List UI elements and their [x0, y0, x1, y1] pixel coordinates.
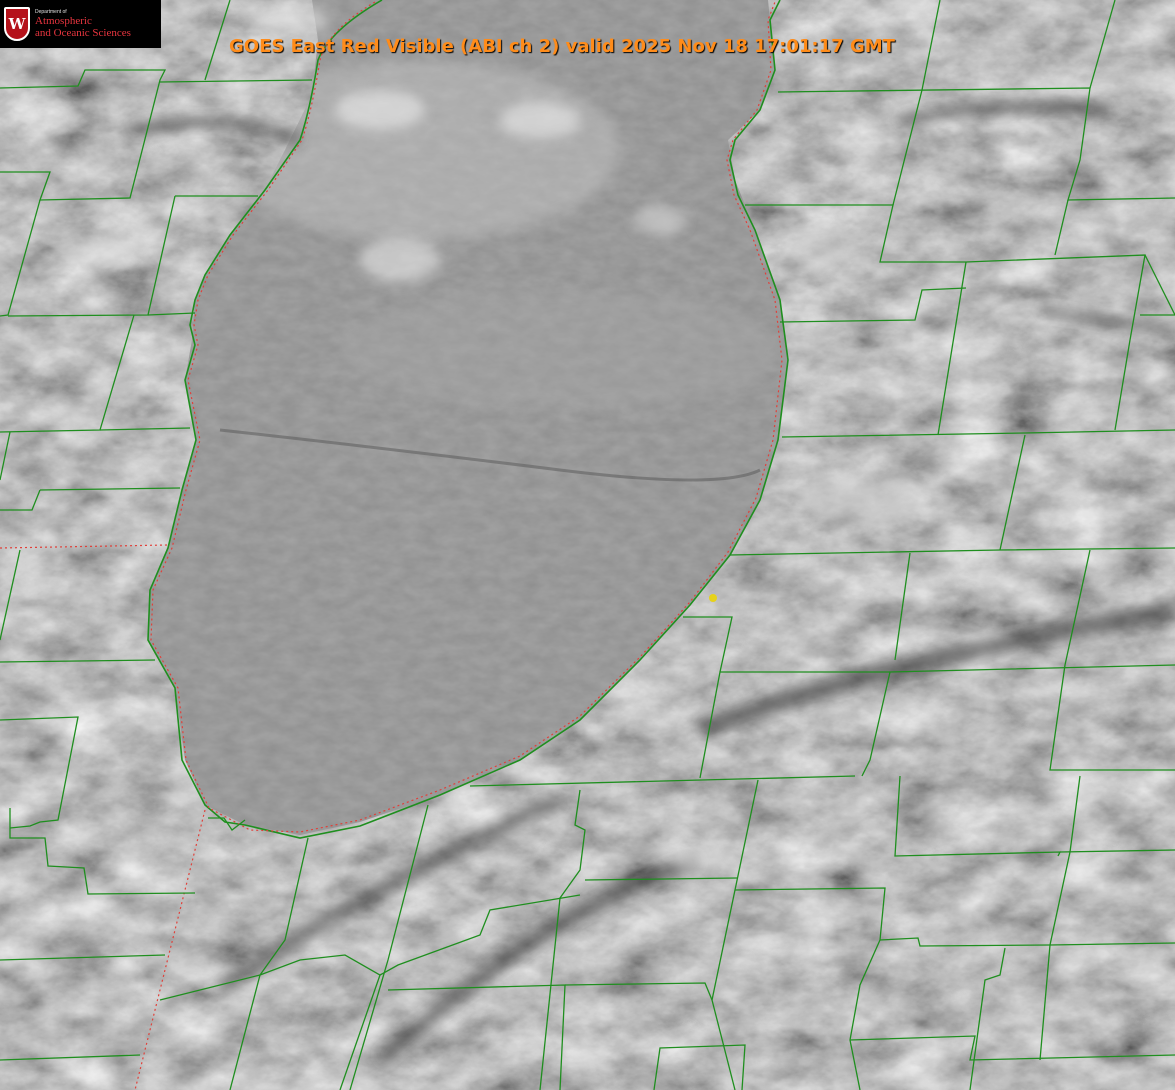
satellite-image: [0, 0, 1175, 1090]
logo-text: Department of Atmospheric and Oceanic Sc…: [35, 9, 131, 39]
uw-crest-icon: W: [4, 7, 30, 41]
location-marker: [709, 594, 717, 602]
image-title: GOES East Red Visible (ABI ch 2) valid 2…: [229, 36, 895, 57]
logo-line-1: Atmospheric: [35, 15, 92, 27]
logo-line-2: and Oceanic Sciences: [35, 27, 131, 39]
aos-logo: W Department of Atmospheric and Oceanic …: [0, 0, 161, 48]
